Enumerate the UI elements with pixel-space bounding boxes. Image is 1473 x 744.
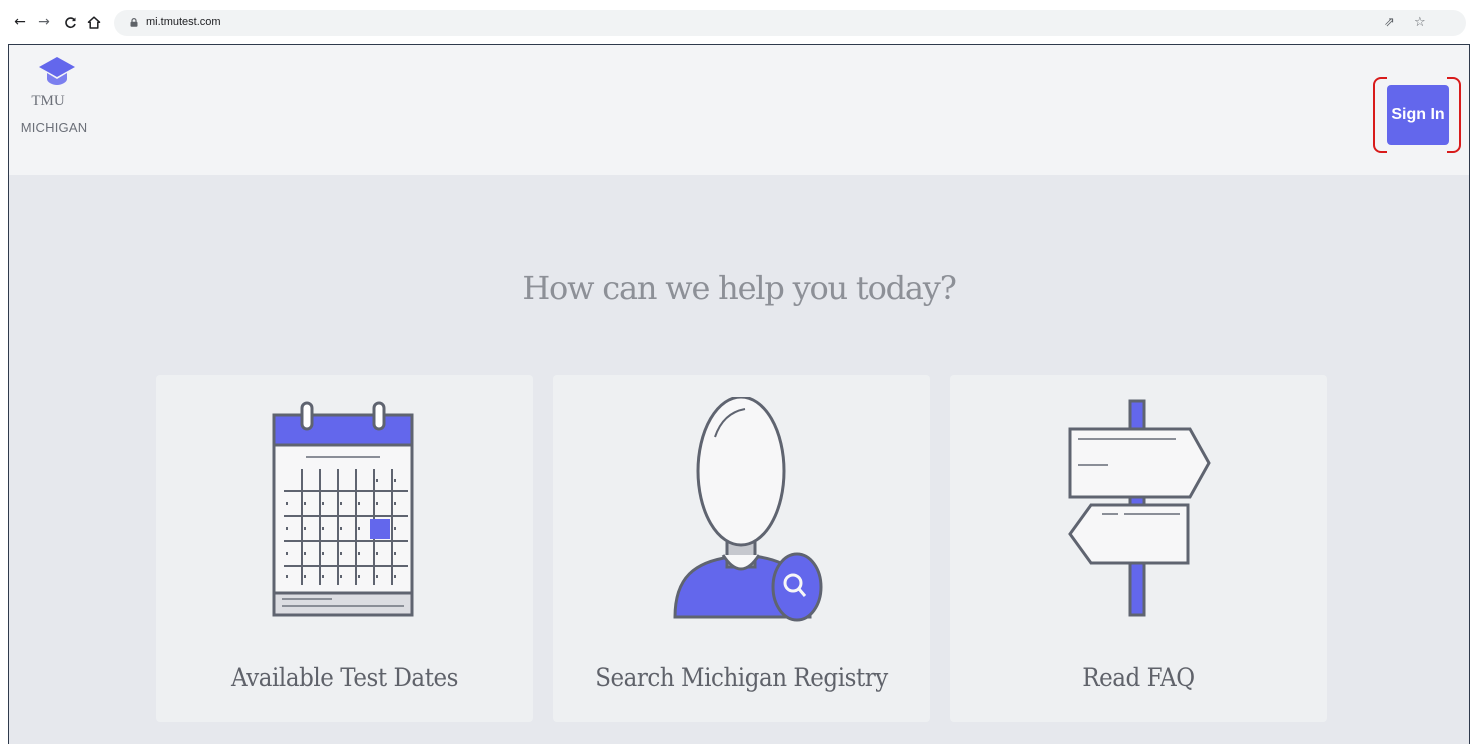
home-icon[interactable] [86, 14, 102, 30]
person-search-icon [553, 375, 930, 625]
logo-text-tmu: TMU [31, 93, 65, 109]
graduation-cap-icon [39, 57, 75, 85]
lock-icon [130, 18, 138, 27]
site-logo[interactable]: TMU MICHIGAN [21, 57, 93, 167]
browser-toolbar: ← → mi.tmutest.com ⇗ ☆ [0, 0, 1473, 44]
back-arrow-icon[interactable]: ← [12, 14, 28, 30]
calendar-icon [156, 375, 533, 625]
card-label: Search Michigan Registry [595, 663, 888, 692]
address-bar[interactable]: mi.tmutest.com ⇗ ☆ [114, 10, 1466, 36]
logo-text-michigan: MICHIGAN [20, 120, 88, 135]
site-header: TMU MICHIGAN Sign In [9, 45, 1469, 175]
bracket-gap-top [1387, 76, 1447, 80]
web-page: TMU MICHIGAN Sign In How can we help you… [8, 44, 1470, 744]
bookmark-star-icon[interactable]: ☆ [1414, 15, 1426, 30]
signin-highlight-bracket: Sign In [1373, 76, 1461, 154]
card-label: Available Test Dates [231, 663, 458, 692]
bracket-gap-bottom [1387, 150, 1447, 154]
sign-in-button[interactable]: Sign In [1387, 85, 1449, 145]
share-icon[interactable]: ⇗ [1384, 15, 1395, 30]
card-label: Read FAQ [1082, 663, 1195, 692]
card-read-faq[interactable]: Read FAQ [950, 375, 1327, 722]
page-headline: How can we help you today? [522, 269, 957, 307]
signpost-icon [950, 375, 1327, 625]
card-available-test-dates[interactable]: Available Test Dates [156, 375, 533, 722]
url-text: mi.tmutest.com [146, 16, 221, 28]
reload-icon[interactable] [62, 14, 78, 30]
card-search-michigan-registry[interactable]: Search Michigan Registry [553, 375, 930, 722]
forward-arrow-icon[interactable]: → [36, 14, 52, 30]
